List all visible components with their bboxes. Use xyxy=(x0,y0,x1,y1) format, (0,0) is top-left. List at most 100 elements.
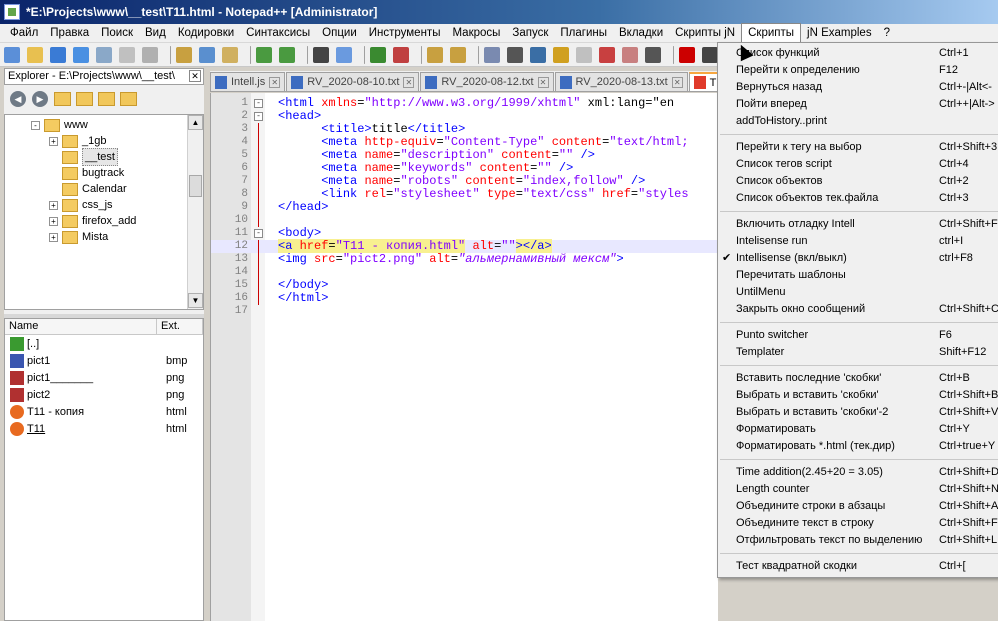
scripts-menu-item[interactable]: Перейти к определению F12 xyxy=(718,62,998,79)
cut-icon[interactable] xyxy=(176,46,192,63)
scripts-menu-item[interactable]: Вернуться назад Ctrl+-|Alt<- xyxy=(718,79,998,96)
scripts-menu-item[interactable]: Вставить последние 'скобки' Ctrl+B xyxy=(718,370,998,387)
fold-toggle-icon[interactable]: - xyxy=(254,229,263,238)
paste-icon[interactable] xyxy=(222,46,238,63)
scripts-menu-item[interactable]: Список объектов Ctrl+2 xyxy=(718,173,998,190)
tab-3[interactable]: RV_2020-08-12.txt ✕ xyxy=(420,72,554,91)
file-row[interactable]: pict2 png xyxy=(5,386,203,403)
replace-icon[interactable] xyxy=(336,46,352,63)
fold-toggle-icon[interactable]: - xyxy=(254,112,263,121)
copy-icon[interactable] xyxy=(199,46,215,63)
undo-icon[interactable] xyxy=(256,46,272,63)
sync-v-icon[interactable] xyxy=(427,46,443,63)
back-icon[interactable]: ◀ xyxy=(10,91,26,107)
expander-icon[interactable]: + xyxy=(49,136,58,146)
menu-item[interactable]: Опции xyxy=(316,24,363,43)
scripts-menu-item[interactable]: UntilMenu xyxy=(718,284,998,301)
menu-item[interactable]: Инструменты xyxy=(363,24,447,43)
close-icon[interactable]: ✕ xyxy=(537,76,549,88)
close-all-icon[interactable] xyxy=(119,46,135,63)
favorites-folder-icon[interactable] xyxy=(98,92,115,106)
open-folder-icon[interactable] xyxy=(76,92,93,106)
menu-item[interactable]: ? xyxy=(878,24,896,43)
menu-item[interactable]: jN Examples xyxy=(801,24,878,43)
menu-item[interactable]: Синтаксисы xyxy=(240,24,316,43)
tree-item-1gb[interactable]: + _1gb xyxy=(49,133,106,149)
scripts-menu-item[interactable]: addToHistory..print xyxy=(718,113,998,130)
menu-item[interactable]: Скрипты jN xyxy=(669,24,741,43)
tab-4[interactable]: RV_2020-08-13.txt ✕ xyxy=(554,72,688,91)
menu-item[interactable]: Правка xyxy=(44,24,95,43)
scroll-up-icon[interactable]: ▲ xyxy=(188,115,203,130)
menu-item[interactable]: Файл xyxy=(4,24,44,43)
word-wrap-icon[interactable] xyxy=(484,46,500,63)
function-list-icon[interactable] xyxy=(599,46,615,63)
scripts-menu-item[interactable]: Тест квадратной скодки Ctrl+[ xyxy=(718,558,998,575)
new-folder-icon[interactable] xyxy=(54,92,71,106)
new-file-icon[interactable] xyxy=(4,46,20,63)
tree-item-test[interactable]: __test xyxy=(49,148,118,166)
expander-icon[interactable]: + xyxy=(49,200,58,210)
scripts-menu-item[interactable]: Templater Shift+F12 xyxy=(718,344,998,361)
scripts-menu-item[interactable]: Перечитать шаблоны xyxy=(718,267,998,284)
scripts-menu-item[interactable]: Punto switcher F6 xyxy=(718,327,998,344)
scripts-menu-item[interactable]: Форматировать *.html (тек.дир) Ctrl+true+… xyxy=(718,438,998,455)
code-editor[interactable]: 1- <html xmlns="http://www.w3.org/1999/xh… xyxy=(210,93,718,621)
tree-item-Mista[interactable]: + Mista xyxy=(49,229,108,245)
scripts-menu-item[interactable]: Intelisense run ctrl+I xyxy=(718,233,998,250)
scripts-menu-item[interactable]: Включить отладку Intell Ctrl+Shift+F xyxy=(718,216,998,233)
close-icon[interactable]: ✕ xyxy=(189,70,201,82)
scripts-menu-item[interactable]: Time addition(2.45+20 = 3.05) Ctrl+Shift+… xyxy=(718,464,998,481)
save-icon[interactable] xyxy=(50,46,66,63)
tree-item-firefoxadd[interactable]: + firefox_add xyxy=(49,213,136,229)
column-name[interactable]: Name xyxy=(5,319,157,334)
scripts-menu-item[interactable]: Пойти вперед Ctrl++|Alt-> xyxy=(718,96,998,113)
print-icon[interactable] xyxy=(142,46,158,63)
menu-item[interactable]: Вид xyxy=(139,24,172,43)
zoom-in-icon[interactable] xyxy=(370,46,386,63)
menu-item[interactable]: Поиск xyxy=(95,24,139,43)
scripts-menu-item[interactable]: Объедините строки в абзацы Ctrl+Shift+A xyxy=(718,498,998,515)
tab-2[interactable]: RV_2020-08-10.txt ✕ xyxy=(286,72,420,91)
stop-macro-icon[interactable] xyxy=(702,46,718,63)
all-chars-icon[interactable] xyxy=(507,46,523,63)
menu-item[interactable]: Кодировки xyxy=(172,24,240,43)
close-icon[interactable] xyxy=(96,46,112,63)
scripts-menu-item[interactable]: Выбрать и вставить 'скобки' Ctrl+Shift+B xyxy=(718,387,998,404)
doc-map-icon[interactable] xyxy=(576,46,592,63)
zoom-out-icon[interactable] xyxy=(393,46,409,63)
menu-item[interactable]: Макросы xyxy=(446,24,506,43)
home-folder-icon[interactable] xyxy=(120,92,137,106)
indent-guide-icon[interactable] xyxy=(530,46,546,63)
lang-icon[interactable] xyxy=(553,46,569,63)
scripts-menu-item[interactable]: ✔ Intellisense (вкл/выкл) ctrl+F8 xyxy=(718,250,998,267)
scripts-menu-item[interactable]: Выбрать и вставить 'скобки'-2 Ctrl+Shift+… xyxy=(718,404,998,421)
file-row[interactable]: T11 html xyxy=(5,420,203,437)
scripts-menu-item[interactable]: Форматировать Ctrl+Y xyxy=(718,421,998,438)
close-icon[interactable]: ✕ xyxy=(403,76,415,88)
sync-h-icon[interactable] xyxy=(450,46,466,63)
scripts-menu-item[interactable]: Перейти к тегу на выбор Ctrl+Shift+3 xyxy=(718,139,998,156)
file-row[interactable]: pict1_______ png xyxy=(5,369,203,386)
scripts-menu-item[interactable]: Объедините текст в строку Ctrl+Shift+F xyxy=(718,515,998,532)
scripts-menu-item[interactable]: Закрыть окно сообщений Ctrl+Shift+C xyxy=(718,301,998,318)
record-macro-icon[interactable] xyxy=(679,46,695,63)
menu-item[interactable]: Скрипты xyxy=(741,23,802,43)
scroll-thumb[interactable] xyxy=(189,175,202,197)
file-row[interactable]: [..] xyxy=(5,335,203,352)
expander-icon[interactable]: + xyxy=(49,232,58,242)
scripts-menu-item[interactable]: Список объектов тек.файла Ctrl+3 xyxy=(718,190,998,207)
tree-item-bugtrack[interactable]: bugtrack xyxy=(49,165,124,181)
column-ext[interactable]: Ext. xyxy=(157,319,203,334)
tree-item-www[interactable]: - www xyxy=(31,117,88,133)
scripts-menu-item[interactable]: Список функций Ctrl+1 xyxy=(718,45,998,62)
tree-item-Calendar[interactable]: Calendar xyxy=(49,181,127,197)
scripts-menu-item[interactable]: Отфильтровать текст по выделению Ctrl+Shi… xyxy=(718,532,998,549)
menu-item[interactable]: Плагины xyxy=(554,24,613,43)
fold-toggle-icon[interactable]: - xyxy=(254,99,263,108)
save-all-icon[interactable] xyxy=(73,46,89,63)
monitor-icon[interactable] xyxy=(645,46,661,63)
redo-icon[interactable] xyxy=(279,46,295,63)
open-file-icon[interactable] xyxy=(27,46,43,63)
file-row[interactable]: pict1 bmp xyxy=(5,352,203,369)
